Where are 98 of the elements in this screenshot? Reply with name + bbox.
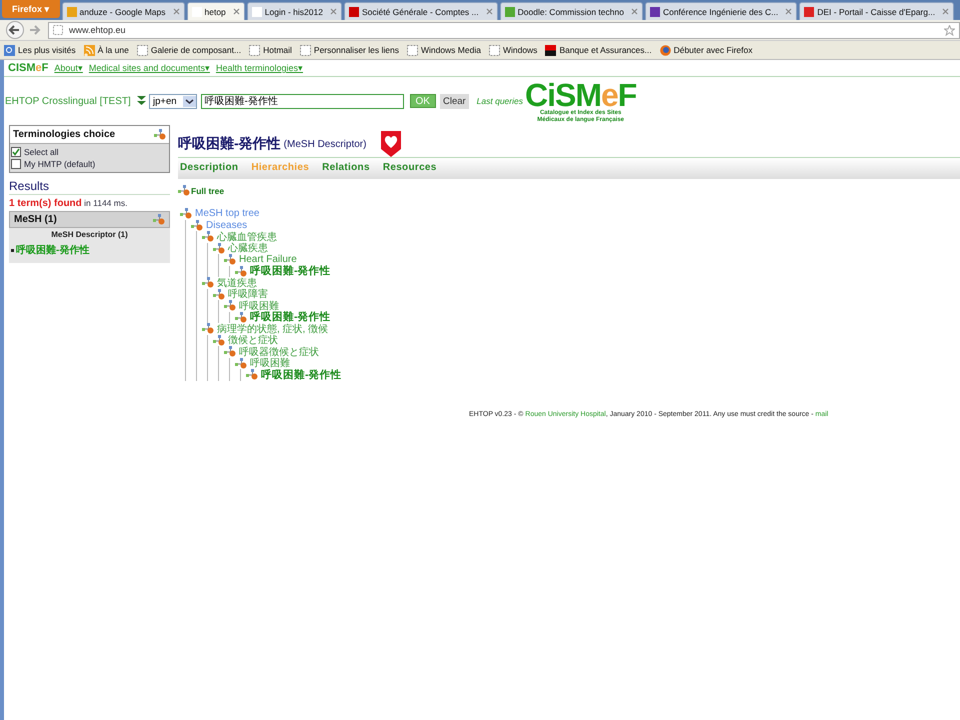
tab[interactable]: Relations [322,162,370,173]
tree-node-link[interactable]: Diseases [206,220,248,231]
results-heading: Results [9,179,170,195]
bullet-icon [11,248,14,252]
last-queries-link[interactable]: Last queries [476,96,523,106]
bookmark[interactable]: Windows [488,44,538,56]
browser-tab[interactable]: anduze - Google Maps [62,2,185,20]
menu-link[interactable]: Health terminologies▾ [216,63,303,73]
bookmark-icon [249,44,260,56]
tree-node-link[interactable]: 気道疾患 [217,276,257,290]
hierarchy-icon [191,220,203,231]
checkbox-option[interactable]: My HMTP (default) [11,158,168,170]
hierarchy-icon [202,323,214,334]
tree-node-link[interactable]: MeSH top tree [195,208,260,220]
browser-tab[interactable]: Doodle: Commission techno [500,2,643,20]
bookmark[interactable]: Hotmail [249,44,292,56]
browser-tab[interactable]: Société Générale - Comptes ... [344,2,498,20]
bookmark[interactable]: Windows Media [406,44,481,56]
hierarchy-icon [178,185,190,196]
hierarchy-icon [202,231,214,242]
browser-tab[interactable]: DEI - Portail - Caisse d'Eparg... [799,2,954,20]
firefox-menu-button[interactable]: Firefox ▾ [2,0,60,18]
bookmark[interactable]: Personnaliser les liens [300,44,399,56]
bookmark[interactable]: Débuter avec Firefox [660,44,752,56]
close-icon [486,8,493,15]
bookmark-icon [406,44,418,56]
tree-node-link[interactable]: 呼吸器徴候と症状 [239,344,319,359]
tree-node-link[interactable]: 呼吸障害 [228,287,268,302]
term-name: 呼吸困難-発作性 [178,135,281,153]
hierarchy-icon [202,277,214,288]
menu-link[interactable]: About▾ [54,63,83,73]
hierarchy-icon [224,254,236,266]
star-icon [944,24,955,36]
hierarchy-icon [224,346,236,358]
hierarchy-icon [153,214,165,225]
forward-icon [29,24,41,36]
bookmark-icon [136,44,148,56]
tab[interactable]: Resources [382,162,437,173]
close-icon [172,8,180,15]
page-icon [53,25,63,35]
tree-node-link[interactable]: Heart Failure [239,254,297,266]
hierarchy-icon [180,208,192,220]
double-down-arrow-icon [137,96,146,106]
full-tree-link[interactable]: Full tree [178,185,224,196]
current-term[interactable]: 呼吸困難-発作性 [261,368,342,382]
hierarchy-icon [213,288,225,300]
browser-tab[interactable]: Login - his2012 [246,2,342,20]
group-title: MeSH (1) [14,214,57,225]
dropdown-icon [182,96,196,106]
checkbox-option[interactable]: Select all [11,146,168,158]
current-term[interactable]: 呼吸困難-発作性 [250,310,330,324]
hierarchy-icon [213,334,225,346]
term-type: (MeSH Descriptor) [284,139,366,150]
bookmark[interactable]: À la une [84,44,129,56]
bookmark[interactable]: Banque et Assurances... [545,44,652,56]
bookmark-icon [300,44,311,56]
logo-text: CiSMeF [524,80,636,110]
bookmark-icon [84,44,95,56]
subgroup-title: MeSH Descriptor (1) [50,230,129,239]
tab[interactable]: Description [180,162,238,173]
results-summary: 1 term(s) found in 1144 ms. [9,198,128,209]
clear-button[interactable]: Clear [440,94,469,108]
heart-bookmark-icon [381,131,402,157]
app-title: EHTOP Crosslingual [TEST] [5,96,132,106]
bookmark-icon [660,44,671,56]
browser-tab[interactable]: hetop [186,2,245,20]
close-icon [232,8,240,15]
current-term[interactable]: 呼吸困難-発作性 [250,264,330,278]
panel-title: Terminologies choice [13,129,116,140]
bookmark-icon [488,44,500,56]
result-link[interactable]: 呼吸困難-発作性 [16,243,90,257]
tree-node-link[interactable]: 呼吸困難 [250,356,290,370]
browser-tab[interactable]: Conférence Ingénierie des C... [644,2,798,20]
language-select[interactable]: jp+en [149,94,197,108]
bookmark[interactable]: Les plus visités [4,44,76,56]
close-icon [785,8,792,15]
bookmark-icon [4,44,15,56]
close-icon [630,8,638,15]
bookmark[interactable]: Galerie de composant... [136,44,242,56]
close-icon [942,8,950,15]
bookmark-icon [545,44,556,56]
tree-node-link[interactable]: 徴候と症状 [228,333,278,348]
tree-node-link[interactable]: 心臓血管疾患 [217,230,277,244]
site-brand[interactable]: CISMeF [8,62,48,74]
menu-link[interactable]: Medical sites and documents▾ [88,63,210,73]
hierarchy-icon [235,312,247,323]
search-field[interactable]: 呼吸困難-発作性 [200,94,404,108]
hierarchy-icon [246,369,258,380]
address-bar[interactable]: www.ehtop.eu [48,22,960,38]
hierarchy-icon [235,358,247,369]
hierarchy-icon [224,300,236,312]
hierarchy-icon [213,242,225,254]
tree-node-link[interactable]: 心臓疾患 [228,241,268,256]
tree-node-link[interactable]: 病理学的状態, 症状, 徴候 [217,322,328,336]
hierarchy-icon [235,266,247,277]
ok-button[interactable]: OK [410,94,436,108]
close-icon [330,8,337,15]
hierarchy-icon [154,129,166,140]
